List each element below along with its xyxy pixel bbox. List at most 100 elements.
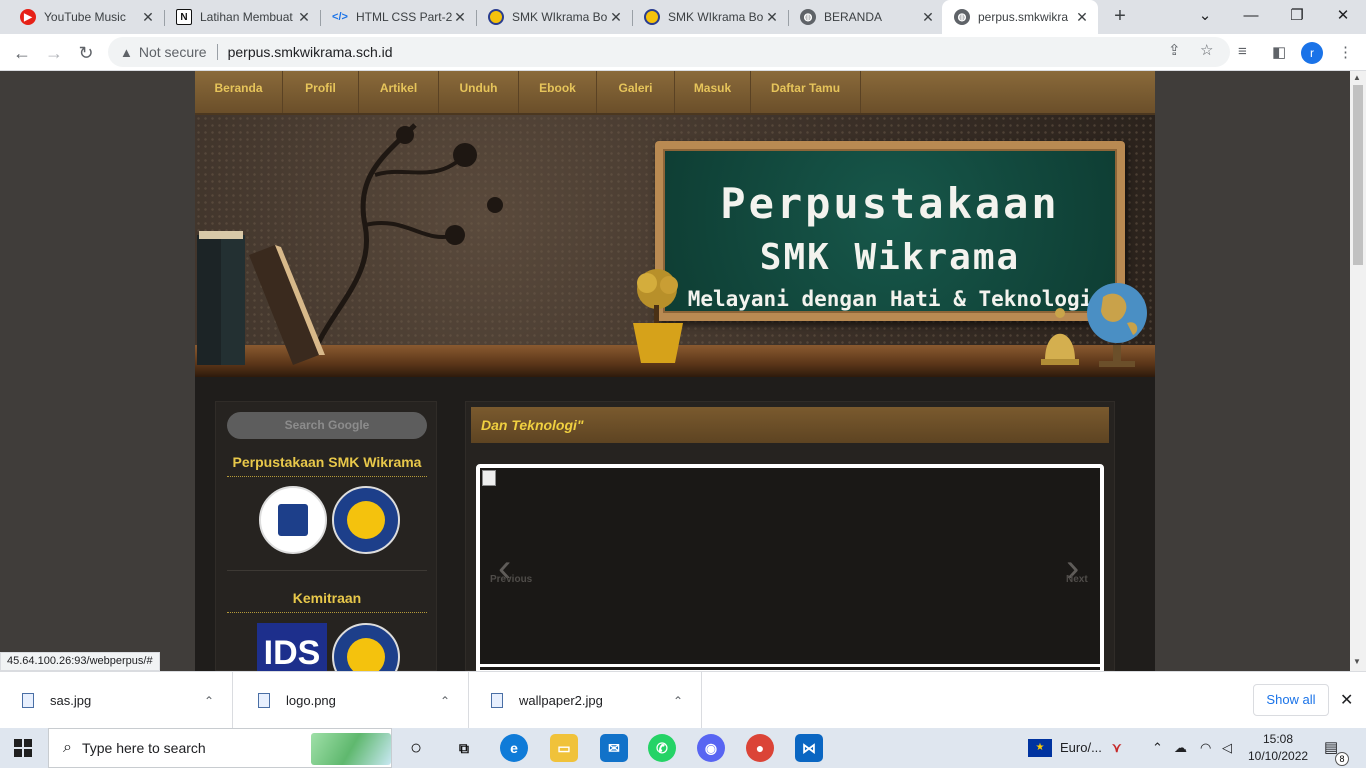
nav-artikel[interactable]: Artikel bbox=[359, 71, 439, 113]
close-tab-icon[interactable]: ✕ bbox=[920, 9, 936, 26]
antivirus-tray-icon[interactable]: ⋎ bbox=[1112, 728, 1122, 768]
windows-taskbar: ⌕ Type here to search ○ ⧉ e ▭ ✉ ✆ ◉ ● ⋈ … bbox=[0, 728, 1366, 768]
cortana-circle-icon[interactable]: ○ bbox=[402, 734, 430, 762]
vscode-icon[interactable]: ⋈ bbox=[795, 734, 823, 762]
file-icon bbox=[258, 693, 270, 708]
nav-masuk[interactable]: Masuk bbox=[675, 71, 751, 113]
clock-time: 15:08 bbox=[1262, 732, 1294, 746]
tab-smk-wikrama-1[interactable]: SMK WIkrama Bo ✕ bbox=[476, 0, 632, 34]
tab-html-css[interactable]: </> HTML CSS Part-2 ✕ bbox=[320, 0, 476, 34]
chevron-up-icon[interactable]: ⌃ bbox=[440, 694, 450, 708]
onedrive-cloud-icon[interactable]: ☁ bbox=[1174, 728, 1187, 768]
sidebar: Search Google Perpustakaan SMK Wikrama K… bbox=[215, 401, 437, 671]
file-icon bbox=[22, 693, 34, 708]
smk-wikrama-logo-icon bbox=[332, 486, 400, 554]
page-scrollbar[interactable]: ▲ ▼ bbox=[1350, 71, 1366, 671]
scroll-down-arrow-icon[interactable]: ▼ bbox=[1353, 657, 1361, 666]
chevron-up-icon[interactable]: ⌃ bbox=[673, 694, 683, 708]
taskbar-search-box[interactable]: ⌕ Type here to search bbox=[48, 728, 392, 768]
language-indicator[interactable]: Euro/... bbox=[1060, 728, 1102, 768]
close-tab-icon[interactable]: ✕ bbox=[608, 9, 624, 26]
file-explorer-icon[interactable]: ▭ bbox=[550, 734, 578, 762]
address-bar[interactable]: ▲ Not secure perpus.smkwikrama.sch.id bbox=[108, 37, 1230, 67]
close-tab-icon[interactable]: ✕ bbox=[764, 9, 780, 26]
tab-latihan[interactable]: N Latihan Membuat ✕ bbox=[164, 0, 320, 34]
close-tab-icon[interactable]: ✕ bbox=[1074, 9, 1090, 26]
main-content: Dan Teknologi" ‹ Previous › Next bbox=[465, 401, 1115, 671]
tab-title: YouTube Music bbox=[44, 10, 126, 24]
sidebar-heading-perpustakaan: Perpustakaan SMK Wikrama bbox=[227, 454, 427, 477]
banner-subtitle: SMK Wikrama bbox=[759, 237, 1021, 278]
share-icon[interactable]: ⇪ bbox=[1168, 41, 1181, 59]
nav-galeri[interactable]: Galeri bbox=[597, 71, 675, 113]
close-window-button[interactable]: ✕ bbox=[1320, 0, 1366, 34]
tab-title: SMK WIkrama Bo bbox=[512, 10, 608, 24]
tab-title: HTML CSS Part-2 bbox=[356, 10, 452, 24]
forward-arrow-icon[interactable]: → bbox=[40, 39, 68, 67]
security-status[interactable]: Not secure bbox=[139, 44, 207, 60]
image-slider: ‹ Previous › Next bbox=[476, 464, 1104, 671]
google-search-input[interactable]: Search Google bbox=[227, 412, 427, 439]
perpustakaan-logo-icon bbox=[259, 486, 327, 554]
content-heading: Dan Teknologi" bbox=[471, 407, 1109, 443]
download-item[interactable]: wallpaper2.jpg ⌃ bbox=[469, 672, 702, 729]
nav-daftar-tamu[interactable]: Daftar Tamu bbox=[751, 71, 861, 113]
minimize-button[interactable]: — bbox=[1228, 0, 1274, 34]
taskbar-clock[interactable]: 15:08 10/10/2022 bbox=[1248, 731, 1308, 765]
mail-icon[interactable]: ✉ bbox=[600, 734, 628, 762]
profile-avatar[interactable]: r bbox=[1301, 42, 1323, 64]
volume-icon[interactable]: ◁ bbox=[1222, 728, 1232, 768]
nav-profil[interactable]: Profil bbox=[283, 71, 359, 113]
url-text[interactable]: perpus.smkwikrama.sch.id bbox=[228, 44, 393, 60]
globe-icon: ◍ bbox=[800, 9, 816, 25]
reload-icon[interactable]: ↻ bbox=[72, 39, 100, 67]
back-arrow-icon[interactable]: ← bbox=[8, 39, 36, 67]
tab-beranda[interactable]: ◍ BERANDA ✕ bbox=[788, 0, 944, 34]
close-tab-icon[interactable]: ✕ bbox=[140, 9, 156, 26]
windows-start-icon[interactable] bbox=[14, 739, 32, 757]
banner-title: Perpustakaan bbox=[720, 179, 1060, 228]
sidebar-heading-kemitraan: Kemitraan bbox=[227, 590, 427, 613]
slider-prev-label[interactable]: Previous bbox=[490, 574, 532, 585]
discord-icon[interactable]: ◉ bbox=[697, 734, 725, 762]
broken-image-icon bbox=[482, 470, 496, 486]
chevron-up-icon[interactable]: ⌃ bbox=[204, 694, 214, 708]
tab-title: perpus.smkwikra bbox=[978, 10, 1069, 24]
nav-ebook[interactable]: Ebook bbox=[519, 71, 597, 113]
tab-smk-wikrama-2[interactable]: SMK WIkrama Bo ✕ bbox=[632, 0, 788, 34]
wifi-icon[interactable]: ◠ bbox=[1200, 728, 1211, 768]
chrome-icon[interactable]: ● bbox=[746, 734, 774, 762]
nav-beranda[interactable]: Beranda bbox=[195, 71, 283, 113]
bookmark-star-icon[interactable]: ☆ bbox=[1200, 41, 1213, 59]
smk-wikrama-partner-logo-icon bbox=[332, 623, 400, 671]
page-viewport: Beranda Profil Artikel Unduh Ebook Galer… bbox=[0, 71, 1350, 671]
scrollbar-thumb[interactable] bbox=[1353, 85, 1363, 265]
nav-unduh[interactable]: Unduh bbox=[439, 71, 519, 113]
slider-next-label[interactable]: Next bbox=[1066, 574, 1088, 585]
new-tab-button[interactable]: + bbox=[1108, 4, 1132, 28]
close-tab-icon[interactable]: ✕ bbox=[452, 9, 468, 26]
notion-icon: N bbox=[176, 9, 192, 25]
whatsapp-icon[interactable]: ✆ bbox=[648, 734, 676, 762]
download-item[interactable]: logo.png ⌃ bbox=[236, 672, 469, 729]
floral-ornament-icon bbox=[312, 123, 503, 352]
menu-kebab-icon[interactable]: ⋮ bbox=[1338, 43, 1353, 61]
scroll-up-arrow-icon[interactable]: ▲ bbox=[1353, 73, 1361, 82]
restore-button[interactable]: ❐ bbox=[1274, 0, 1320, 34]
media-queue-icon[interactable]: ≡ bbox=[1238, 43, 1247, 60]
show-all-downloads-button[interactable]: Show all bbox=[1253, 684, 1329, 716]
globe-decor-icon bbox=[1087, 283, 1147, 367]
globe-icon: ◍ bbox=[954, 9, 970, 25]
site-container: Beranda Profil Artikel Unduh Ebook Galer… bbox=[195, 71, 1155, 671]
edge-browser-icon[interactable]: e bbox=[500, 734, 528, 762]
tray-chevron-up-icon[interactable]: ⌃ bbox=[1152, 728, 1163, 768]
download-item[interactable]: sas.jpg ⌃ bbox=[0, 672, 233, 729]
tab-search-chevron-icon[interactable]: ⌄ bbox=[1182, 0, 1228, 34]
close-tab-icon[interactable]: ✕ bbox=[296, 9, 312, 26]
side-panel-icon[interactable]: ◧ bbox=[1272, 43, 1286, 61]
task-view-icon[interactable]: ⧉ bbox=[450, 734, 478, 762]
close-downloads-icon[interactable]: ✕ bbox=[1340, 690, 1353, 710]
site-banner: Perpustakaan SMK Wikrama Melayani dengan… bbox=[195, 115, 1155, 377]
tab-perpus-active[interactable]: ◍ perpus.smkwikra ✕ bbox=[942, 0, 1098, 34]
tab-youtube-music[interactable]: ▶ YouTube Music ✕ bbox=[8, 0, 164, 34]
